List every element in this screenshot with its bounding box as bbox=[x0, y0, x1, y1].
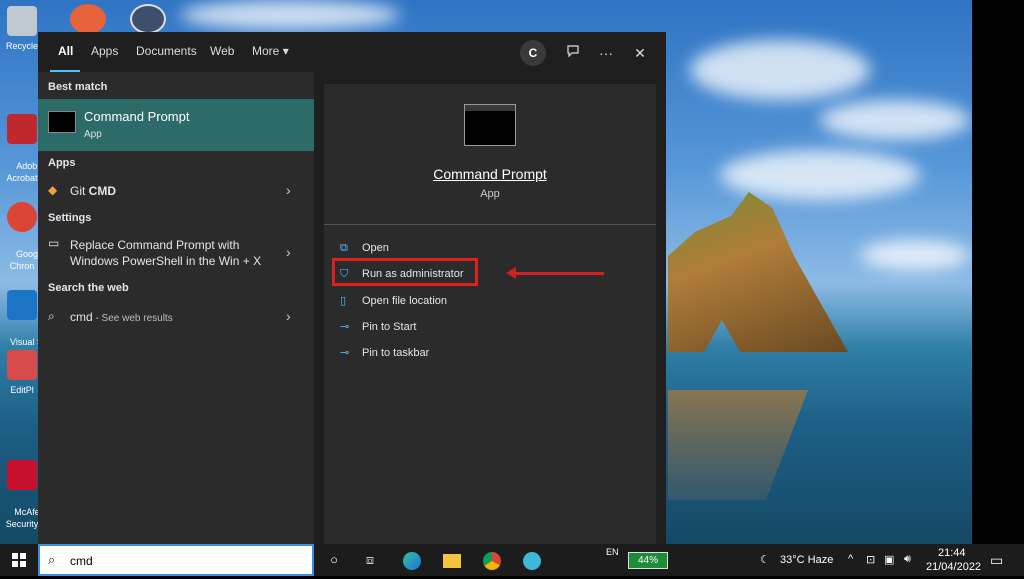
result-powershell-setting[interactable]: ▭ Replace Command Prompt with Windows Po… bbox=[38, 232, 314, 272]
section-best-match: Best match bbox=[48, 81, 108, 93]
pin-icon: ⊸ bbox=[340, 321, 350, 333]
close-button[interactable]: ✕ bbox=[627, 40, 653, 66]
annotation-highlight-box bbox=[332, 258, 478, 286]
search-panel: All Apps Documents Web More ▾ C ··· ✕ Be… bbox=[38, 32, 666, 544]
windows-icon bbox=[12, 553, 26, 567]
app-shortcut-icon[interactable] bbox=[130, 4, 166, 34]
chevron-right-icon: › bbox=[286, 244, 291, 260]
meet-now-icon[interactable]: ▣ bbox=[884, 553, 894, 566]
acrobat-icon bbox=[7, 114, 37, 144]
setting-line-1: Replace Command Prompt with bbox=[70, 238, 240, 252]
tab-documents[interactable]: Documents bbox=[136, 44, 197, 58]
tab-all[interactable]: All bbox=[58, 44, 73, 58]
search-input[interactable] bbox=[68, 551, 302, 571]
feedback-icon bbox=[567, 45, 579, 58]
app-detail-pane: Command Prompt App ⧉ Open ⛉ Run as adminis… bbox=[324, 84, 656, 544]
rock-reflection bbox=[668, 390, 808, 500]
git-icon: ◆ bbox=[48, 183, 58, 197]
taskbar-search-box[interactable]: ⌕ bbox=[38, 544, 314, 576]
search-icon: ⌕ bbox=[48, 309, 55, 323]
result-label-bold: CMD bbox=[88, 184, 116, 198]
command-prompt-icon bbox=[48, 111, 76, 133]
chevron-down-icon: ▾ bbox=[282, 44, 289, 58]
more-options-button[interactable]: ··· bbox=[593, 40, 619, 66]
section-settings: Settings bbox=[48, 212, 92, 224]
chrome-icon bbox=[7, 202, 37, 232]
folder-icon: ▯ bbox=[340, 295, 347, 307]
file-explorer-icon[interactable] bbox=[440, 544, 464, 576]
action-label: Open file location bbox=[362, 295, 447, 307]
app-shortcut-icon[interactable] bbox=[70, 4, 106, 34]
editplus-icon bbox=[7, 350, 37, 380]
action-open-file-location[interactable]: ▯ Open file location bbox=[340, 294, 447, 307]
web-result-suffix: - See web results bbox=[92, 313, 173, 324]
vscode-icon bbox=[7, 290, 37, 320]
best-match-title: Command Prompt bbox=[84, 109, 190, 124]
sea-rock-arch bbox=[668, 192, 848, 352]
volume-icon[interactable]: 🔊︎ bbox=[904, 553, 911, 566]
weather-text[interactable]: 33°C Haze bbox=[780, 554, 833, 566]
result-web-cmd[interactable]: ⌕ cmd - See web results › bbox=[38, 302, 314, 330]
action-open[interactable]: ⧉ Open bbox=[340, 242, 389, 255]
action-pin-to-start[interactable]: ⊸ Pin to Start bbox=[340, 320, 416, 333]
action-label: Pin to Start bbox=[362, 321, 417, 333]
network-icon[interactable]: ⊡ bbox=[866, 553, 875, 566]
task-view-icon[interactable]: ⧈ bbox=[358, 544, 382, 576]
detail-app-kind: App bbox=[480, 188, 500, 200]
screen-edge-bar bbox=[972, 0, 1024, 544]
desktop-icon-column: Recycle Adob Acrobat Goog Chron Visual S… bbox=[0, 0, 45, 544]
section-search-web: Search the web bbox=[48, 282, 129, 294]
start-button[interactable] bbox=[8, 544, 30, 576]
monitor-icon: ▭ bbox=[48, 236, 60, 250]
clock-date[interactable]: 21/04/2022 bbox=[926, 561, 981, 573]
cortana-icon[interactable]: ○ bbox=[322, 544, 346, 576]
action-label: Pin to taskbar bbox=[362, 347, 430, 359]
recycle-bin-icon bbox=[7, 6, 37, 36]
user-avatar[interactable]: C bbox=[520, 40, 546, 66]
open-icon: ⧉ bbox=[340, 242, 348, 254]
canva-icon[interactable] bbox=[520, 544, 544, 576]
annotation-arrow bbox=[506, 267, 604, 279]
action-pin-to-taskbar[interactable]: ⊸ Pin to taskbar bbox=[340, 346, 429, 359]
notification-icon[interactable]: ▭ bbox=[990, 552, 1003, 569]
tab-more[interactable]: More ▾ bbox=[252, 44, 289, 58]
desktop-icon-label: McAfe Security bbox=[5, 507, 40, 529]
desktop-icon-label: EditPl bbox=[10, 385, 34, 395]
language-indicator[interactable]: EN bbox=[606, 547, 619, 557]
feedback-icon[interactable] bbox=[560, 40, 586, 66]
battery-indicator[interactable]: 44% bbox=[628, 552, 668, 569]
detail-divider bbox=[324, 224, 656, 225]
chevron-right-icon: › bbox=[286, 308, 291, 324]
command-prompt-large-icon bbox=[464, 104, 516, 146]
action-label: Open bbox=[362, 242, 389, 254]
mcafee-icon bbox=[7, 460, 37, 490]
tab-web[interactable]: Web bbox=[210, 44, 234, 58]
chevron-right-icon: › bbox=[286, 182, 291, 198]
web-result-label: cmd - See web results bbox=[70, 310, 173, 324]
result-label: Git CMD bbox=[70, 184, 116, 198]
best-match-command-prompt[interactable]: Command Prompt App bbox=[38, 99, 314, 151]
tab-more-label: More bbox=[252, 44, 280, 58]
tab-apps[interactable]: Apps bbox=[91, 44, 118, 58]
search-tabs: All Apps Documents Web More ▾ C ··· ✕ bbox=[38, 32, 666, 73]
result-label-prefix: Git bbox=[70, 184, 89, 198]
result-git-cmd[interactable]: ◆ Git CMD › bbox=[38, 176, 314, 204]
edge-icon[interactable] bbox=[400, 544, 424, 576]
clock-time[interactable]: 21:44 bbox=[938, 547, 966, 559]
search-icon: ⌕ bbox=[48, 552, 56, 567]
chevron-up-icon[interactable]: ^ bbox=[848, 553, 853, 565]
detail-app-name[interactable]: Command Prompt bbox=[324, 166, 656, 182]
pin-icon: ⊸ bbox=[340, 347, 350, 359]
section-apps: Apps bbox=[48, 157, 76, 169]
best-match-subtitle: App bbox=[84, 129, 102, 140]
setting-line-2: Windows PowerShell in the Win + X bbox=[70, 254, 262, 268]
web-query: cmd bbox=[70, 310, 93, 324]
search-results-list: Best match Command Prompt App Apps ◆ Git… bbox=[38, 72, 314, 544]
weather-icon: ☾ bbox=[760, 554, 770, 566]
chrome-icon[interactable] bbox=[480, 544, 504, 576]
desktop-icon-label: Recycle bbox=[5, 41, 38, 51]
